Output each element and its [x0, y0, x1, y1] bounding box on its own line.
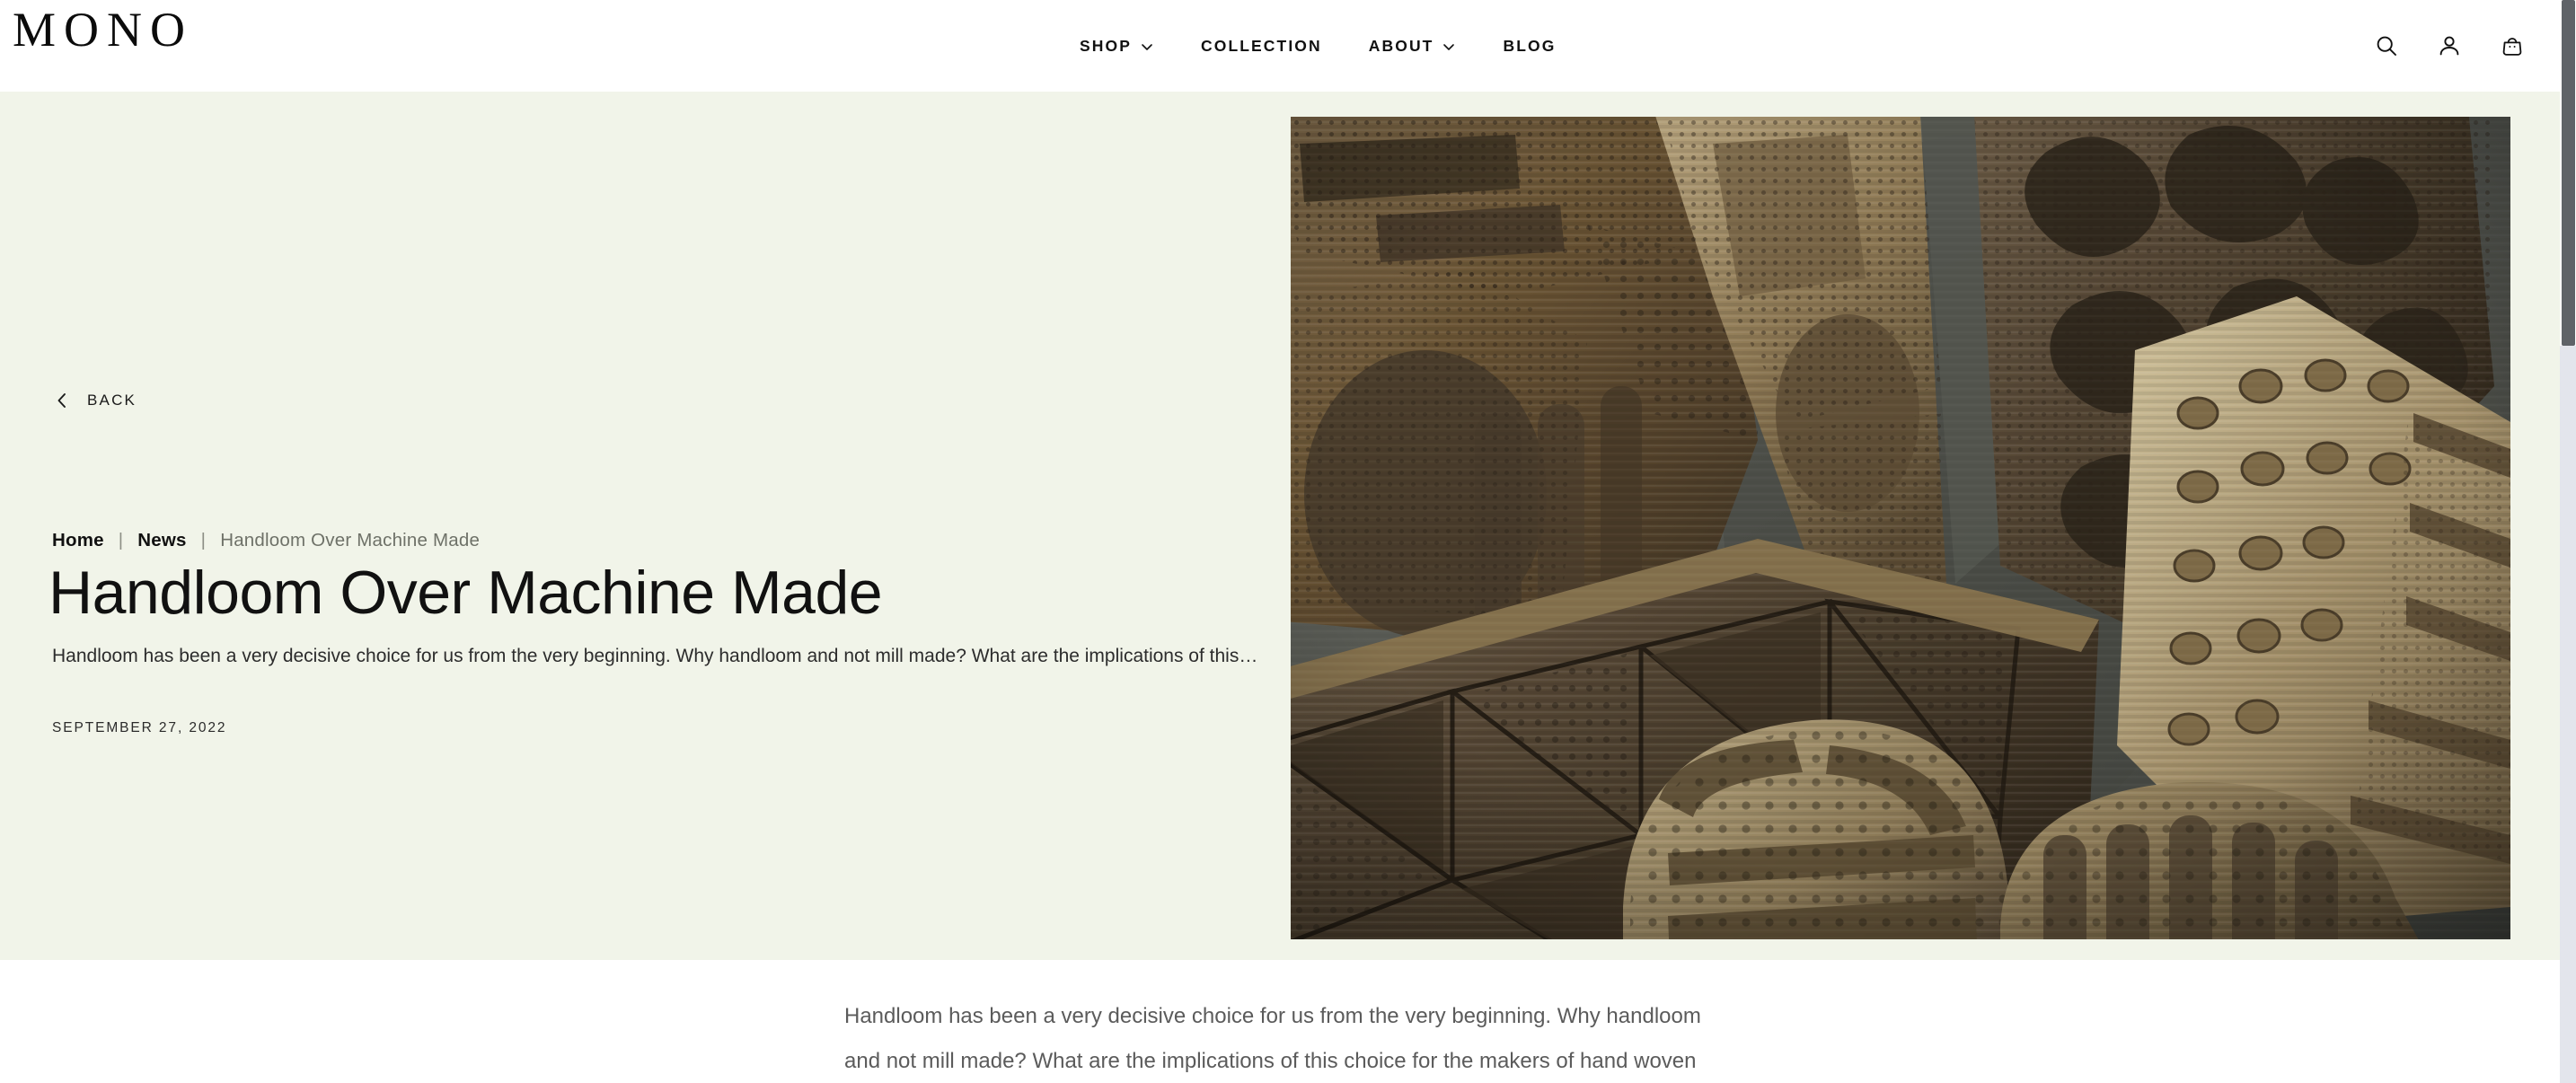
- post-excerpt: Handloom has been a very decisive choice…: [52, 646, 1258, 666]
- breadcrumb: Home | News | Handloom Over Machine Made: [52, 530, 480, 551]
- breadcrumb-item-home[interactable]: Home: [52, 530, 104, 551]
- article-paragraph: Handloom has been a very decisive choice…: [844, 1004, 1701, 1074]
- page-title: Handloom Over Machine Made: [49, 559, 883, 627]
- page-scrollbar-track-lower[interactable]: [2560, 346, 2576, 1083]
- article-body-section: Handloom has been a very decisive choice…: [0, 960, 2560, 1083]
- post-date: SEPTEMBER 27, 2022: [52, 720, 227, 735]
- header-actions: [2371, 0, 2527, 92]
- hero-section: BACK Home | News | Handloom Over Machine…: [0, 92, 2560, 960]
- nav-item-about-label: ABOUT: [1368, 36, 1434, 55]
- chevron-down-icon: [1140, 40, 1154, 54]
- nav-item-about[interactable]: ABOUT: [1345, 37, 1480, 56]
- search-icon[interactable]: [2371, 31, 2402, 61]
- breadcrumb-item-current: Handloom Over Machine Made: [220, 530, 481, 550]
- nav-item-blog[interactable]: BLOG: [1479, 37, 1579, 56]
- breadcrumb-separator: |: [118, 530, 124, 550]
- back-link-label: BACK: [87, 392, 137, 409]
- nav-item-blog-label: BLOG: [1503, 36, 1557, 55]
- chevron-left-icon: [52, 391, 72, 410]
- chevron-down-icon: [1442, 40, 1456, 54]
- page-scrollbar-thumb[interactable]: [2562, 0, 2575, 346]
- hero-content: BACK Home | News | Handloom Over Machine…: [49, 92, 1292, 960]
- breadcrumb-separator: |: [200, 530, 207, 550]
- nav-item-collection-label: COLLECTION: [1201, 36, 1322, 55]
- site-header: MONO SHOP COLLECTION ABOUT BLOG: [0, 0, 2560, 92]
- nav-item-collection[interactable]: COLLECTION: [1178, 37, 1345, 56]
- cart-bag-icon[interactable]: [2497, 31, 2527, 61]
- breadcrumb-item-news[interactable]: News: [137, 530, 186, 551]
- nav-item-shop[interactable]: SHOP: [1056, 37, 1178, 56]
- hero-image: [1291, 117, 2510, 939]
- page-root: MONO SHOP COLLECTION ABOUT BLOG BACK Hom…: [0, 0, 2576, 1083]
- account-icon[interactable]: [2434, 31, 2465, 61]
- main-navigation: SHOP COLLECTION ABOUT BLOG: [1056, 0, 1579, 92]
- page-scrollbar-track[interactable]: [2560, 0, 2576, 1083]
- brand-logo[interactable]: MONO: [13, 5, 193, 54]
- back-link[interactable]: BACK: [52, 391, 137, 410]
- nav-item-shop-label: SHOP: [1080, 36, 1132, 55]
